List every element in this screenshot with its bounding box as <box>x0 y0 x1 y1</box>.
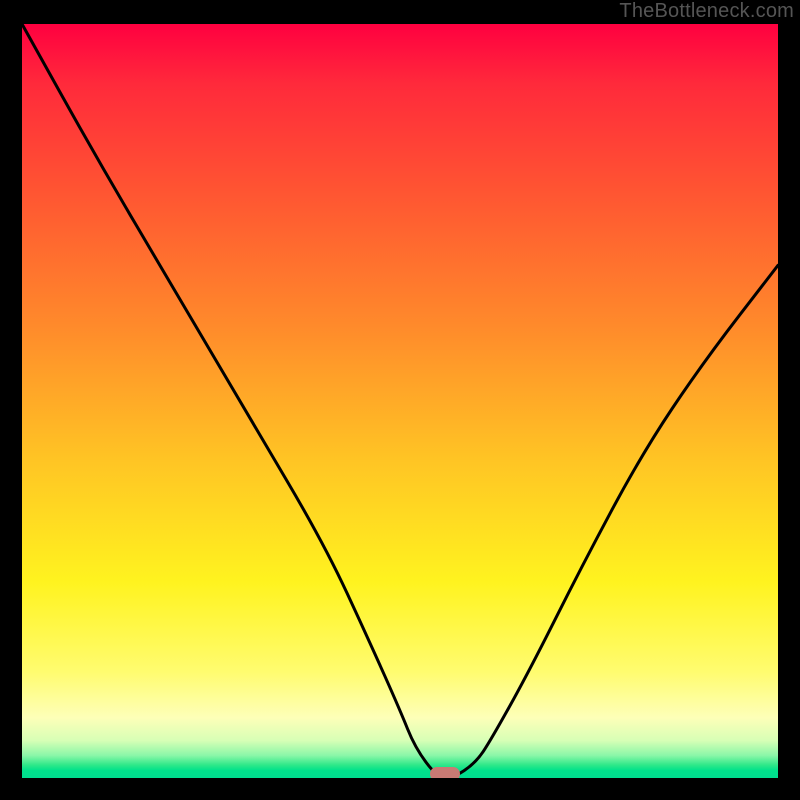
bottleneck-curve <box>22 24 778 778</box>
watermark-text: TheBottleneck.com <box>619 0 794 23</box>
minimum-marker <box>430 767 460 778</box>
curve-svg <box>22 24 778 778</box>
plot-area <box>22 24 778 778</box>
chart-frame: TheBottleneck.com <box>0 0 800 800</box>
